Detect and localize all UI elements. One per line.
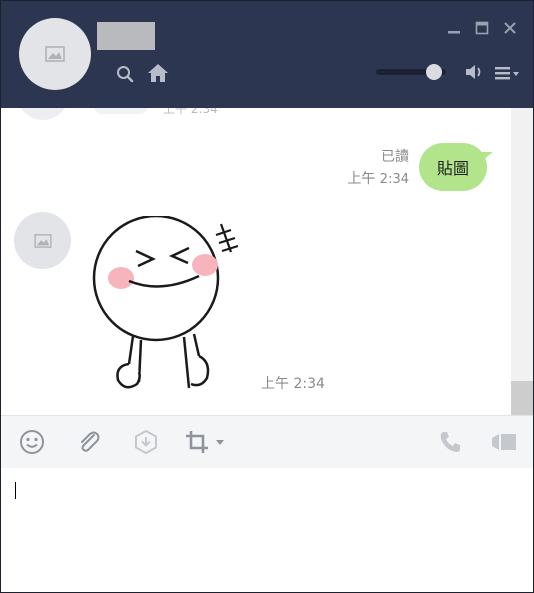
home-icon bbox=[148, 64, 168, 82]
sticker-image[interactable] bbox=[81, 216, 251, 396]
emoji-icon bbox=[20, 430, 44, 454]
video-call-button[interactable] bbox=[489, 428, 519, 456]
video-call-icon bbox=[492, 434, 516, 450]
outgoing-time-value: 2:34 bbox=[379, 172, 409, 187]
search-icon bbox=[117, 66, 134, 83]
chat-scrollbar[interactable] bbox=[511, 108, 533, 415]
download-icon bbox=[135, 429, 157, 455]
contact-name[interactable] bbox=[97, 22, 155, 50]
message-list[interactable]: 上午 2:34 已讀 上午 2:34 貼圖 上午 2:34 bbox=[1, 108, 533, 415]
previous-message-bubble bbox=[93, 108, 149, 114]
minimize-button[interactable] bbox=[445, 19, 463, 37]
close-icon bbox=[504, 22, 516, 34]
image-placeholder-icon bbox=[33, 233, 52, 248]
outgoing-time: 上午 2:34 bbox=[347, 168, 409, 188]
minimize-icon bbox=[448, 31, 460, 34]
menu-button[interactable] bbox=[493, 63, 523, 83]
screenshot-button[interactable] bbox=[182, 428, 212, 456]
chat-window: 上午 2:34 已讀 上午 2:34 貼圖 上午 2:34 bbox=[0, 0, 534, 593]
previous-avatar bbox=[17, 108, 69, 120]
message-input[interactable] bbox=[1, 468, 533, 592]
volume-slider-knob[interactable] bbox=[426, 64, 442, 80]
maximize-button[interactable] bbox=[473, 19, 491, 37]
outgoing-message-bubble[interactable]: 貼圖 bbox=[419, 143, 487, 191]
volume-slider[interactable] bbox=[376, 64, 446, 80]
voice-call-button[interactable] bbox=[436, 428, 464, 456]
image-placeholder-icon bbox=[45, 46, 65, 62]
crop-icon bbox=[186, 431, 208, 453]
close-button[interactable] bbox=[501, 19, 519, 37]
chat-header bbox=[1, 1, 533, 108]
speaker-icon bbox=[466, 65, 481, 79]
home-button[interactable] bbox=[146, 61, 170, 85]
search-button[interactable] bbox=[114, 63, 136, 85]
screenshot-options-button[interactable] bbox=[213, 428, 227, 456]
read-status: 已讀 bbox=[381, 149, 409, 165]
scrollbar-thumb[interactable] bbox=[511, 381, 533, 415]
menu-icon bbox=[495, 67, 519, 80]
attachment-icon bbox=[81, 431, 100, 452]
phone-icon bbox=[440, 432, 460, 452]
message-toolbar bbox=[1, 415, 533, 469]
text-cursor bbox=[15, 482, 16, 499]
speaker-button[interactable] bbox=[463, 61, 485, 83]
maximize-icon bbox=[475, 21, 489, 35]
outgoing-time-prefix: 上午 bbox=[347, 171, 376, 187]
contact-avatar[interactable] bbox=[19, 18, 91, 90]
emoji-button[interactable] bbox=[17, 428, 47, 456]
chevron-down-icon bbox=[216, 440, 224, 445]
previous-message-time: 上午 2:34 bbox=[163, 108, 218, 116]
save-button[interactable] bbox=[131, 428, 161, 456]
sender-avatar[interactable] bbox=[14, 212, 71, 269]
sticker-time: 上午 2:34 bbox=[261, 376, 325, 392]
attach-file-button[interactable] bbox=[74, 428, 104, 456]
